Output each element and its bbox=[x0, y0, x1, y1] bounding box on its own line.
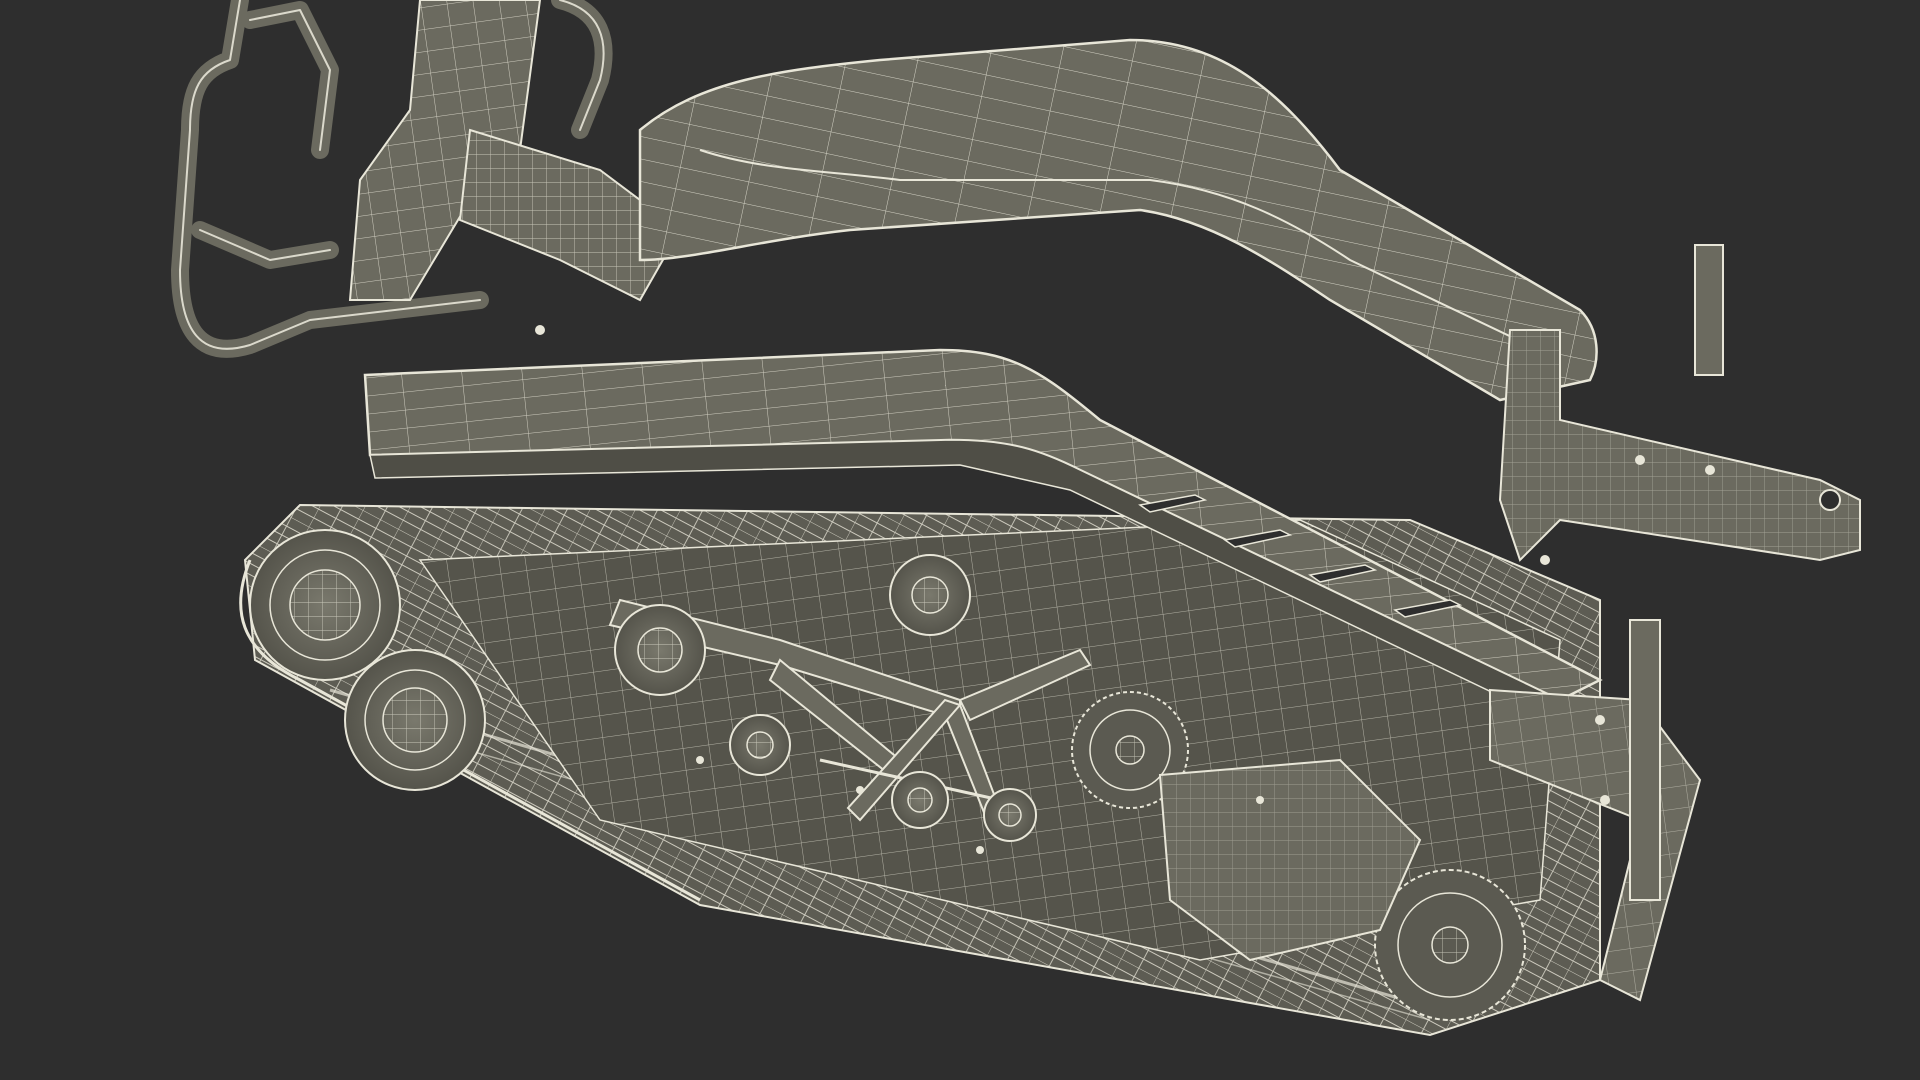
wheel-mid-2 bbox=[889, 554, 971, 636]
wheel-front-lower bbox=[344, 649, 486, 791]
wheel-bogie-2 bbox=[891, 771, 949, 829]
rear-post bbox=[1694, 244, 1724, 376]
wheel-bogie-1 bbox=[729, 714, 791, 776]
wheel-front-upper bbox=[249, 529, 401, 681]
wheel-mid-1 bbox=[614, 604, 706, 696]
wireframe-render bbox=[171, 0, 1861, 1037]
wheel-bogie-3 bbox=[983, 788, 1037, 842]
viewport bbox=[0, 0, 1920, 1080]
tow-hitch-hole bbox=[1819, 489, 1841, 511]
rear-frame bbox=[1498, 244, 1861, 562]
seat-pad bbox=[638, 38, 1598, 402]
